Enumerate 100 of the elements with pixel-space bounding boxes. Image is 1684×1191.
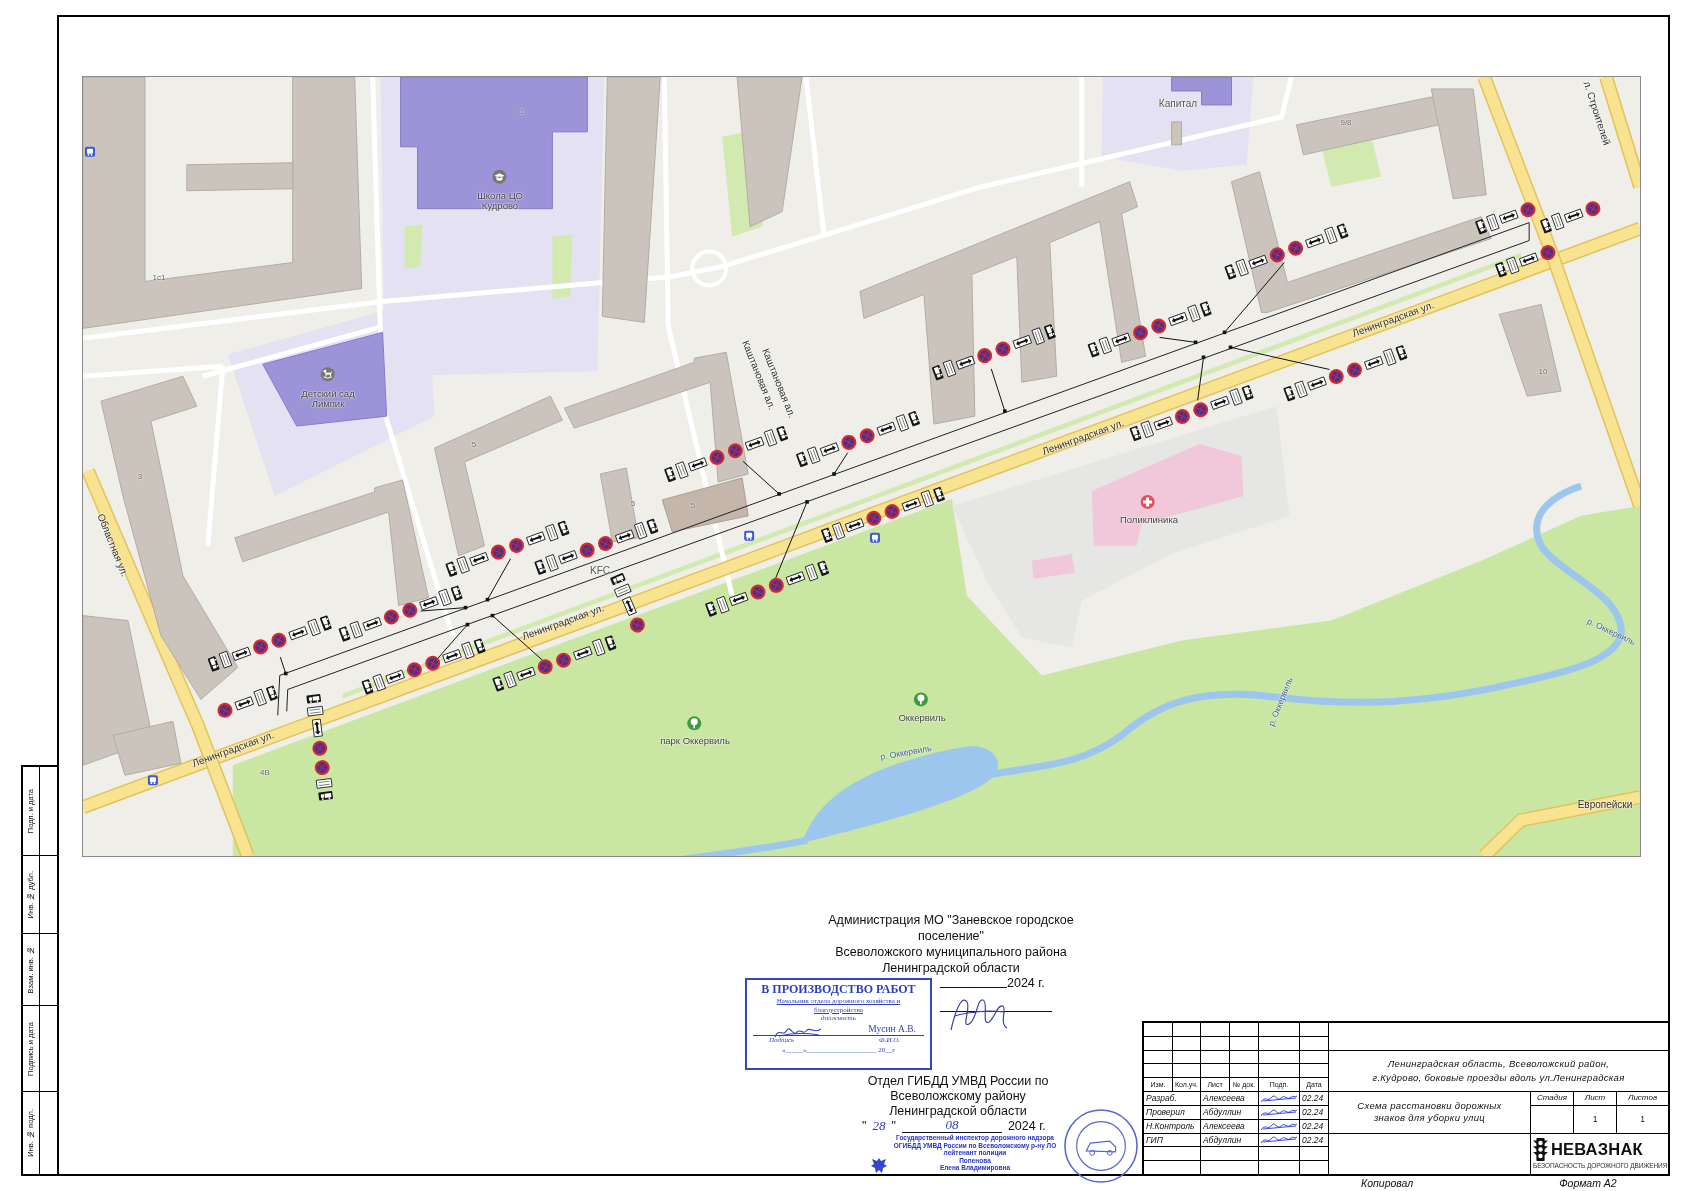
leader-line — [279, 656, 288, 676]
no-stopping-sign-icon — [425, 655, 441, 671]
truck-sign-icon — [1224, 264, 1237, 280]
sheet-number: 1 — [1574, 1105, 1616, 1133]
table-cell — [1259, 1161, 1299, 1174]
truck-sign-icon — [318, 791, 334, 801]
double-arrow-plate-icon — [615, 529, 635, 544]
truck-sign-icon — [473, 638, 486, 655]
no-stopping-sign-icon — [629, 617, 645, 633]
truck-sign-icon — [306, 693, 322, 704]
sign-plate-icon — [1235, 258, 1249, 277]
truck-sign-icon — [820, 527, 834, 544]
double-arrow-plate-icon — [526, 531, 546, 546]
table-cell — [1173, 1023, 1200, 1036]
quote-mark: " — [891, 1119, 896, 1133]
house-number: 5 — [690, 501, 696, 511]
no-stopping-sign-icon — [1151, 318, 1167, 334]
date-fill-line — [940, 987, 1007, 988]
place-label: Капитал — [1158, 97, 1198, 109]
sign-plate-icon — [716, 596, 730, 614]
leader-line — [420, 605, 468, 612]
no-stopping-sign-icon — [995, 341, 1011, 357]
leader-line — [1197, 355, 1206, 401]
truck-sign-icon — [931, 364, 944, 381]
double-arrow-plate-icon — [231, 646, 252, 661]
column-header: Листов — [1617, 1092, 1668, 1105]
tree-icon — [913, 692, 928, 707]
administration-text: Администрация МО "Заневское городское поселение" Всеволожского муниципального района Ленинградской области — [827, 912, 1075, 976]
polyclinic-building — [1031, 553, 1075, 579]
double-arrow-plate-icon — [729, 591, 749, 607]
column-header: Стадия — [1531, 1092, 1573, 1105]
truck-sign-icon — [1241, 384, 1254, 401]
no-stopping-sign-icon — [314, 760, 330, 776]
no-stopping-sign-icon — [709, 449, 725, 465]
table-cell — [1201, 1064, 1229, 1078]
sign-plate-icon — [349, 620, 363, 639]
table-cell — [1230, 1036, 1258, 1050]
no-stopping-sign-icon — [859, 428, 875, 444]
date-text: 02.24 — [1300, 1119, 1328, 1133]
table-cell — [1144, 1050, 1172, 1064]
truck-sign-icon — [492, 675, 505, 692]
table-cell — [1173, 1050, 1200, 1064]
no-stopping-sign-icon — [1540, 245, 1556, 261]
double-arrow-plate-icon — [1305, 234, 1325, 249]
truck-sign-icon — [207, 656, 220, 672]
truck-sign-icon — [776, 425, 789, 442]
place-label: Детский сад Лимпик — [300, 388, 356, 410]
truck-sign-icon — [534, 559, 547, 576]
no-stopping-sign-icon — [841, 434, 857, 450]
no-stopping-sign-icon — [312, 740, 328, 756]
double-arrow-plate-icon — [385, 669, 405, 684]
table-cell — [1201, 1050, 1229, 1064]
bus-stop-icon — [870, 532, 880, 543]
truck-sign-icon — [817, 560, 830, 577]
house-number: 1с1 — [152, 273, 166, 283]
truck-sign-icon — [450, 585, 463, 602]
table-cell — [1230, 1023, 1258, 1036]
no-stopping-sign-icon — [768, 577, 784, 593]
column-header: Лист — [1574, 1092, 1616, 1105]
sign-plate-icon — [1551, 212, 1565, 231]
table-cell — [1144, 1161, 1200, 1174]
table-cell — [1230, 1064, 1258, 1078]
truck-sign-icon — [1087, 341, 1100, 358]
double-arrow-plate-icon — [1364, 355, 1384, 370]
truck-sign-icon — [609, 572, 626, 586]
role-label: Н.Контроль — [1144, 1119, 1200, 1133]
year-text: 2024 г. — [1007, 1119, 1046, 1133]
bus-stop-icon — [147, 775, 158, 786]
sign-plate-icon — [763, 429, 778, 447]
person-name: Мусин А.В. — [868, 1024, 916, 1035]
table-cell — [1144, 1023, 1172, 1036]
truck-sign-icon — [907, 410, 921, 427]
truck-sign-icon — [1494, 261, 1508, 278]
table-cell — [1259, 1064, 1299, 1078]
table-cell — [1300, 1161, 1328, 1174]
double-arrow-plate-icon — [573, 646, 593, 661]
sign-plate-icon — [545, 554, 559, 572]
date-text: 02.24 — [1300, 1105, 1328, 1119]
no-stopping-sign-icon — [271, 632, 287, 648]
table-cell — [1300, 1064, 1328, 1078]
role-label: Разраб. — [1144, 1092, 1200, 1105]
sign-plate-icon — [895, 414, 910, 432]
no-stopping-sign-icon — [383, 609, 399, 625]
table-cell — [1300, 1050, 1328, 1064]
table-cell — [1201, 1023, 1229, 1036]
leader-line — [485, 558, 512, 602]
sign-plate-icon — [306, 705, 324, 717]
no-stopping-sign-icon — [866, 510, 882, 526]
table-cell — [1259, 1036, 1299, 1050]
table-cell — [1300, 1036, 1328, 1050]
double-arrow-plate-icon — [1307, 376, 1327, 391]
no-stopping-sign-icon — [1133, 325, 1148, 341]
no-stopping-sign-icon — [727, 443, 743, 459]
double-arrow-plate-icon — [744, 436, 765, 451]
double-arrow-plate-icon — [901, 497, 922, 512]
no-stopping-sign-icon — [217, 702, 233, 718]
drawing-title: Схема расстановки дорожных знаков для уборки улиц — [1329, 1092, 1530, 1133]
table-cell — [1144, 1064, 1172, 1078]
no-stopping-sign-icon — [1520, 202, 1536, 218]
logo-wordmark: НЕВАЗНАК — [1551, 1140, 1643, 1158]
